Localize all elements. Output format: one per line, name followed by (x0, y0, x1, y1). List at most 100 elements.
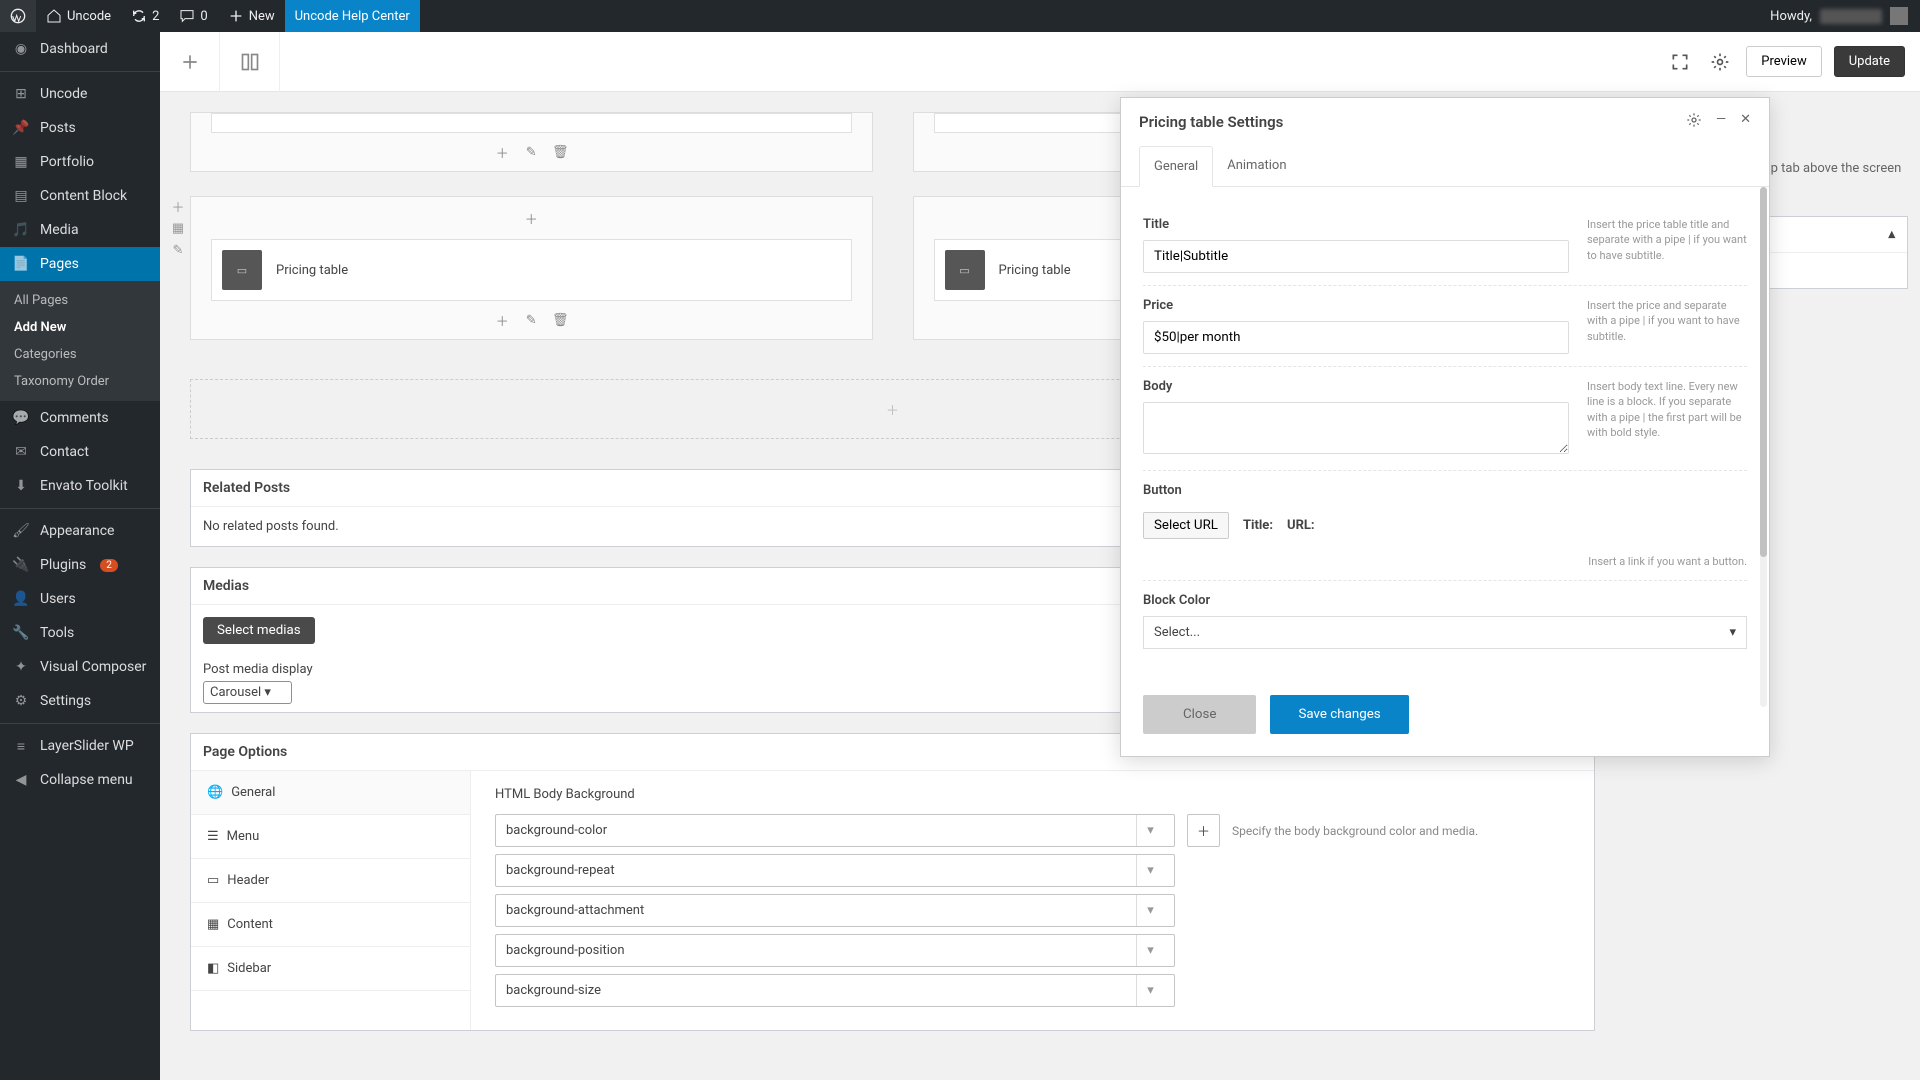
fullscreen-icon (1670, 52, 1690, 72)
builder-column: ＋ ▭ Pricing table ＋ ✎ 🗑 (190, 196, 873, 340)
price-input[interactable] (1143, 321, 1569, 354)
sidebar-collapse[interactable]: ◀Collapse menu (0, 763, 160, 797)
po-tab-general[interactable]: 🌐 General (191, 771, 470, 815)
add-button[interactable]: ＋ (489, 139, 515, 165)
modal-close-footer-button[interactable]: Close (1143, 695, 1256, 734)
wp-logo[interactable] (0, 0, 36, 32)
help-center-link[interactable]: Uncode Help Center (285, 0, 420, 32)
submenu-categories[interactable]: Categories (0, 341, 160, 368)
button-help: Insert a link if you want a button. (1143, 555, 1747, 568)
preview-button[interactable]: Preview (1746, 46, 1821, 77)
modal-gear-button[interactable] (1686, 112, 1702, 132)
updates-link[interactable]: 2 (121, 0, 169, 32)
home-icon (46, 8, 62, 24)
dashboard-icon: ◉ (12, 40, 30, 58)
pages-icon: 📄 (12, 255, 30, 273)
related-empty-text: No related posts found. (203, 519, 339, 534)
sidebar-item-contact[interactable]: ✉Contact (0, 435, 160, 469)
submenu-all-pages[interactable]: All Pages (0, 287, 160, 314)
sidebar-item-dashboard[interactable]: ◉Dashboard (0, 32, 160, 66)
po-select-bgrepeat[interactable]: background-repeat▾ (495, 854, 1175, 887)
sidebar-item-content-block[interactable]: ▤Content Block (0, 179, 160, 213)
sidebar-item-tools[interactable]: 🔧Tools (0, 616, 160, 650)
settings-icon: ⚙ (12, 692, 30, 710)
po-select-bgpos[interactable]: background-position▾ (495, 934, 1175, 967)
add-inner-button[interactable]: ＋ (518, 205, 544, 231)
sidebar-item-layerslider[interactable]: ≡LayerSlider WP (0, 729, 160, 763)
sidebar-item-posts[interactable]: 📌Posts (0, 111, 160, 145)
howdy-text: Howdy, (1770, 9, 1812, 24)
sidebar-item-users[interactable]: 👤Users (0, 582, 160, 616)
modal-tab-general[interactable]: General (1139, 146, 1213, 187)
templates-button[interactable] (220, 32, 280, 92)
sidebar-item-appearance[interactable]: 🖌Appearance (0, 514, 160, 548)
select-url-button[interactable]: Select URL (1143, 512, 1229, 539)
modal-save-button[interactable]: Save changes (1270, 695, 1408, 734)
vc-icon: ✦ (12, 658, 30, 676)
modal-close-button[interactable]: ✕ (1740, 112, 1751, 132)
submenu-add-new[interactable]: Add New (0, 314, 160, 341)
plugin-icon: 🔌 (12, 556, 30, 574)
page-options-content: HTML Body Background background-color▾ ＋… (471, 771, 1594, 1030)
po-tab-header[interactable]: ▭ Header (191, 859, 470, 903)
pricing-table-block[interactable]: ▭ Pricing table (211, 239, 852, 301)
field-label-price: Price (1143, 298, 1569, 313)
fullscreen-button[interactable] (1666, 48, 1694, 76)
sidebar-item-envato[interactable]: ⬇Envato Toolkit (0, 469, 160, 503)
modal-minimize-button[interactable]: — (1716, 112, 1726, 132)
select-medias-button[interactable]: Select medias (203, 617, 315, 644)
sidebar-item-uncode[interactable]: ⊞Uncode (0, 77, 160, 111)
template-icon (240, 52, 260, 72)
sidebar-item-pages[interactable]: 📄Pages (0, 247, 160, 281)
po-tab-sidebar[interactable]: ◧ Sidebar (191, 947, 470, 991)
wordpress-icon (10, 8, 26, 24)
po-tab-content[interactable]: ▦ Content (191, 903, 470, 947)
edit-button[interactable]: ✎ (518, 307, 544, 333)
add-element-button[interactable] (160, 32, 220, 92)
po-select-bgattach[interactable]: background-attachment▾ (495, 894, 1175, 927)
add-button[interactable]: ＋ (489, 307, 515, 333)
modal-tab-animation[interactable]: Animation (1213, 146, 1300, 186)
gear-icon (1686, 112, 1702, 128)
submenu-taxonomy-order[interactable]: Taxonomy Order (0, 368, 160, 395)
comments-link[interactable]: 0 (169, 0, 217, 32)
sidebar-item-settings[interactable]: ⚙Settings (0, 684, 160, 718)
po-select-bgcolor[interactable]: background-color▾ (495, 814, 1175, 847)
row-edit-handle[interactable]: ✎ (168, 240, 188, 260)
row-add-handle[interactable]: ＋ (168, 196, 188, 216)
new-content-link[interactable]: New (218, 0, 285, 32)
avatar[interactable] (1890, 7, 1908, 25)
title-help: Insert the price table title and separat… (1587, 217, 1747, 273)
block-color-select[interactable]: Select...▾ (1143, 616, 1747, 649)
sidebar-item-visual-composer[interactable]: ✦Visual Composer (0, 650, 160, 684)
settings-button[interactable] (1706, 48, 1734, 76)
update-button[interactable]: Update (1834, 46, 1905, 77)
media-display-select[interactable]: Carousel ▾ (203, 681, 292, 704)
body-textarea[interactable] (1143, 402, 1569, 454)
sidebar-item-portfolio[interactable]: ▦Portfolio (0, 145, 160, 179)
comment-icon (179, 8, 195, 24)
row-grid-handle[interactable]: ▦ (168, 218, 188, 238)
sidebar-item-comments[interactable]: 💬Comments (0, 401, 160, 435)
envato-icon: ⬇ (12, 477, 30, 495)
comment-icon: 💬 (12, 409, 30, 427)
delete-button[interactable]: 🗑 (547, 139, 573, 165)
po-add-button[interactable]: ＋ (1187, 814, 1220, 847)
sidebar-item-plugins[interactable]: 🔌Plugins2 (0, 548, 160, 582)
po-select-bgsize[interactable]: background-size▾ (495, 974, 1175, 1007)
po-tab-menu[interactable]: ☰ Menu (191, 815, 470, 859)
plus-icon (180, 52, 200, 72)
pin-icon: 📌 (12, 119, 30, 137)
price-help: Insert the price and separate with a pip… (1587, 298, 1747, 354)
title-input[interactable] (1143, 240, 1569, 273)
site-name-link[interactable]: Uncode (36, 0, 121, 32)
admin-sidebar: ◉Dashboard ⊞Uncode 📌Posts ▦Portfolio ▤Co… (0, 32, 160, 1080)
modal-scrollbar[interactable] (1760, 187, 1767, 707)
refresh-icon (131, 8, 147, 24)
sidebar-item-media[interactable]: 🎵Media (0, 213, 160, 247)
plus-icon (228, 8, 244, 24)
edit-button[interactable]: ✎ (518, 139, 544, 165)
toggle-icon[interactable]: ▴ (1888, 227, 1895, 242)
main-content: Preview Update ＋ ✎ 🗑 ＋ ✎ 🗑 (160, 32, 1920, 1080)
delete-button[interactable]: 🗑 (547, 307, 573, 333)
